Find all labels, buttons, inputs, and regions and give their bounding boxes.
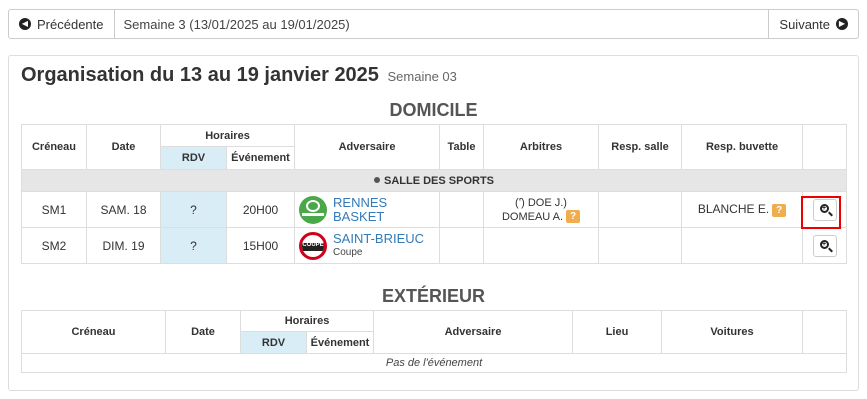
organisation-panel: Organisation du 13 au 19 janvier 2025 Se…: [8, 55, 859, 391]
page-subtitle: Semaine 03: [387, 69, 457, 84]
rennes-basket-logo: [299, 195, 328, 224]
col-resp-buvette: Resp. buvette: [681, 124, 804, 170]
referee-help-badge[interactable]: ?: [566, 210, 581, 224]
cell-creneau: SM2: [21, 227, 87, 264]
home-table: Créneau Date Horaires Adversaire Table A…: [20, 124, 848, 264]
cell-resp-buvette: BLANCHE E.?: [681, 191, 804, 228]
table-row: SM1 SAM. 18 ? 20H00 RENNES BASKET (ʻ̑) D…: [21, 191, 848, 228]
venue-name: SALLE DES SPORTS: [383, 174, 495, 187]
next-week-label: Suivante: [779, 16, 830, 32]
col-horaires: Horaires: [239, 310, 375, 332]
col-voitures: Voitures: [661, 310, 804, 354]
away-table: Créneau Date Horaires Adversaire Lieu Vo…: [20, 310, 848, 373]
empty-message: Pas de l'événement: [20, 353, 848, 373]
cell-creneau: SM1: [21, 191, 87, 228]
cell-resp-buvette: [681, 227, 804, 264]
col-horaires: Horaires: [159, 124, 296, 147]
referee-1: (ʻ̑) DOE J.): [515, 196, 567, 209]
cell-table: [439, 227, 485, 264]
away-section-title: EXTÉRIEUR: [381, 286, 486, 306]
chevron-left-icon: ◀: [19, 18, 31, 30]
cell-adversaire: COUPE SAINT-BRIEUC Coupe: [294, 227, 441, 264]
week-navigation: ◀ Précédente Semaine 3 (13/01/2025 au 19…: [8, 9, 859, 39]
map-pin-icon: [373, 176, 380, 183]
cell-date: SAM. 18: [86, 191, 161, 228]
page-title: Organisation du 13 au 19 janvier 2025 Se…: [21, 64, 457, 87]
cell-resp-salle: [598, 191, 683, 228]
col-date: Date: [86, 124, 161, 170]
buvette-help-badge[interactable]: ?: [772, 203, 787, 217]
col-creneau: Créneau: [21, 310, 166, 354]
opponent-link[interactable]: RENNES BASKET: [333, 195, 387, 224]
coupe-logo: COUPE: [299, 231, 328, 260]
col-actions: [802, 124, 848, 170]
cell-resp-salle: [598, 227, 683, 264]
page-title-text: Organisation du 13 au 19 janvier 2025: [21, 64, 379, 86]
cell-adversaire: RENNES BASKET: [294, 191, 441, 228]
col-date: Date: [165, 310, 241, 354]
col-arbitres: Arbitres: [483, 124, 600, 170]
col-actions: [802, 310, 848, 354]
highlight-box: [801, 196, 841, 229]
col-evenement: Événement: [305, 331, 375, 354]
col-creneau: Créneau: [21, 124, 87, 170]
coupe-logo-text: COUPE: [302, 241, 324, 248]
cell-evenement: 15H00: [225, 227, 296, 264]
col-adversaire: Adversaire: [294, 124, 441, 170]
table-row: SM2 DIM. 19 ? 15H00 COUPE SAINT-BRIEUC C…: [21, 227, 848, 264]
cell-actions: +: [802, 227, 848, 264]
cell-arbitres: (ʻ̑) DOE J.) DOMEAU A.?: [483, 191, 600, 228]
cell-evenement: 20H00: [225, 191, 296, 228]
resp-buvette-name: BLANCHE E.: [697, 202, 770, 217]
col-adversaire: Adversaire: [373, 310, 574, 354]
next-week-button[interactable]: Suivante ▶: [768, 10, 858, 38]
col-rdv: RDV: [240, 331, 307, 354]
cell-rdv: ?: [160, 227, 227, 264]
col-lieu: Lieu: [572, 310, 663, 354]
cell-arbitres: [483, 227, 600, 264]
opponent-link[interactable]: SAINT-BRIEUC: [333, 231, 424, 246]
home-section-title: DOMICILE: [389, 100, 478, 120]
zoom-in-button[interactable]: +: [812, 234, 837, 257]
previous-week-button[interactable]: ◀ Précédente: [9, 10, 115, 38]
opponent-competition: Coupe: [333, 246, 363, 258]
previous-week-label: Précédente: [37, 16, 104, 32]
referee-2: DOMEAU A.: [501, 210, 564, 223]
cell-rdv: ?: [160, 191, 227, 228]
venue-row: SALLE DES SPORTS: [20, 169, 848, 192]
cell-table: [439, 191, 485, 228]
col-resp-salle: Resp. salle: [598, 124, 683, 170]
chevron-right-icon: ▶: [836, 18, 848, 30]
col-table: Table: [439, 124, 485, 170]
col-rdv: RDV: [160, 146, 227, 170]
week-label: Semaine 3 (13/01/2025 au 19/01/2025): [123, 16, 350, 32]
col-evenement: Événement: [225, 146, 296, 170]
cell-date: DIM. 19: [86, 227, 161, 264]
